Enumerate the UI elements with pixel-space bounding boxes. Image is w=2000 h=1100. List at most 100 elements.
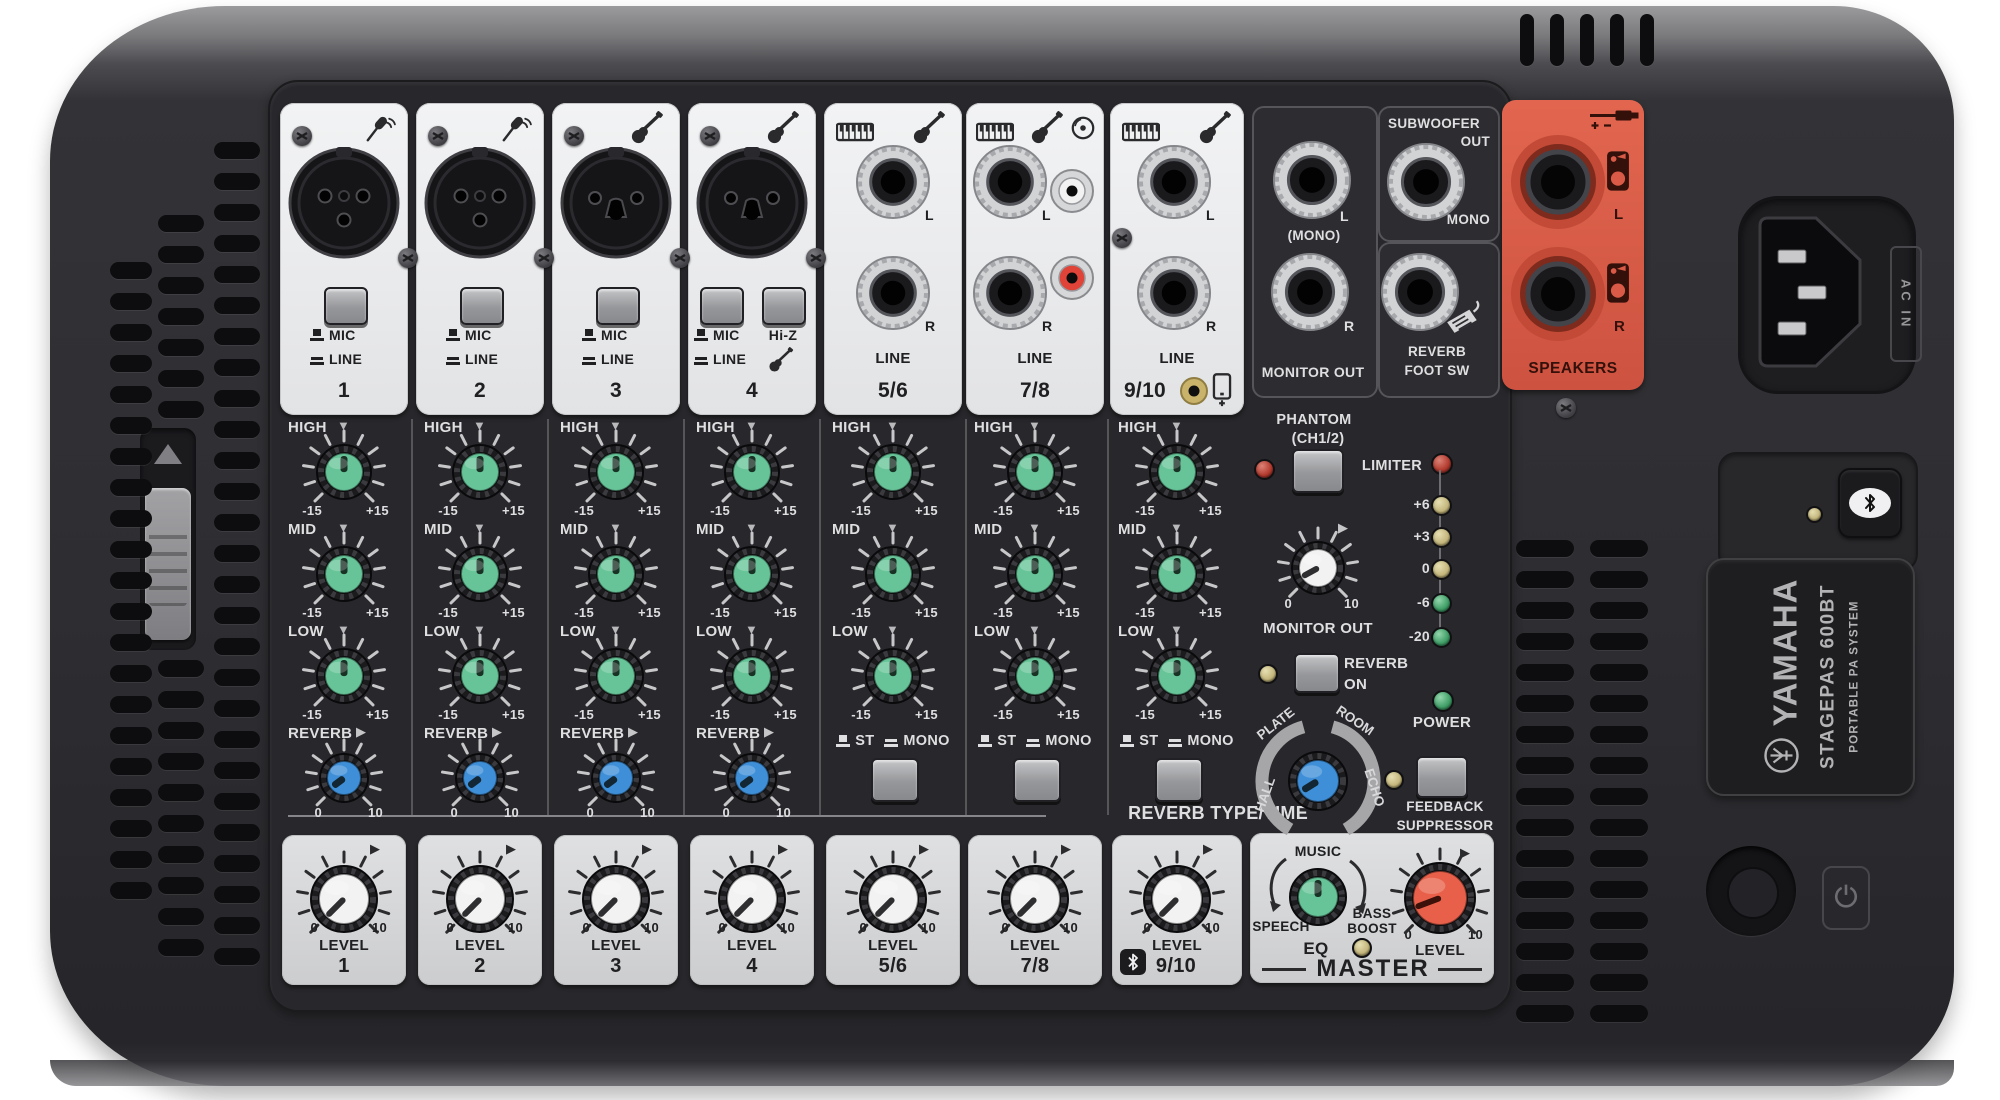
vent-slot — [158, 722, 204, 739]
r-label: R — [925, 318, 949, 334]
vent-slot — [1516, 974, 1574, 991]
feedback-label2: SUPPRESSOR — [1380, 818, 1510, 834]
vent-slot — [158, 370, 204, 387]
vent-slot — [110, 634, 152, 651]
channel-number: 1 — [280, 379, 408, 403]
screw — [806, 248, 826, 268]
mic-line-switch-1[interactable] — [324, 287, 368, 325]
st-mono-switch-5/6[interactable] — [871, 758, 919, 802]
xlr-input-4 — [694, 145, 810, 261]
latch-slider[interactable] — [145, 488, 191, 640]
level-label: LEVEL — [416, 937, 544, 954]
level-max-label: 10 — [780, 921, 816, 936]
vent-slot — [1516, 726, 1574, 743]
level-max-label: 10 — [508, 921, 544, 936]
meter-label-+3: +3 — [1378, 528, 1430, 544]
st-mono-switch-9/10[interactable] — [1155, 758, 1203, 802]
master-title: MASTER — [1308, 955, 1438, 983]
vent-slot — [110, 820, 152, 837]
monitor-out-r-jack — [1268, 250, 1352, 334]
channel-strip-1: MICLINE1HIGH▼-15+15MID▼-15+15LOW▼-15+15R… — [280, 103, 408, 985]
keyboard-icon — [976, 119, 1014, 144]
eq-min-label: -15 — [416, 708, 458, 723]
eq-min-label: -15 — [829, 504, 871, 519]
vent-slot — [158, 939, 204, 956]
channel-number: 2 — [416, 379, 544, 403]
vent-slot — [1516, 602, 1574, 619]
eq-min-label: -15 — [280, 708, 322, 723]
vent-slot — [214, 328, 260, 345]
vent-slot — [1590, 571, 1648, 588]
power-label: POWER — [1396, 714, 1488, 731]
vent-slot — [1516, 943, 1574, 960]
mic-label-row: MIC — [446, 327, 492, 343]
vent-slot — [158, 215, 204, 232]
strip-separator — [1107, 419, 1109, 815]
brand-badge: YAMAHA STAGEPAS 600BT PORTABLE PA SYSTEM — [1706, 558, 1915, 796]
xlr-input-2 — [422, 145, 538, 261]
mic-line-switch-2[interactable] — [460, 287, 504, 325]
switch-up-icon — [310, 329, 324, 341]
vent-slot — [110, 324, 152, 341]
speaker-wiring-icon — [1588, 110, 1640, 130]
eq-max-label: +15 — [774, 708, 816, 723]
tagline: PORTABLE PA SYSTEM — [1848, 600, 1860, 752]
stagepas-mixer-photo: PHANTOM (CH1/2) LIMITER MONITOR OUT 0 10… — [0, 0, 2000, 1100]
mic-icon — [498, 115, 532, 143]
eq-max-label: +15 — [638, 708, 680, 723]
reverb-on-switch[interactable] — [1294, 653, 1340, 693]
mic-label-row: MIC — [694, 327, 740, 343]
bluetooth-icon — [1849, 488, 1891, 518]
vent-slot — [214, 762, 260, 779]
phantom-switch[interactable] — [1292, 449, 1344, 493]
vent-slot — [110, 293, 152, 310]
master-eq-knob[interactable] — [1284, 863, 1352, 931]
vent-slot — [1590, 819, 1648, 836]
guitar-icon — [630, 111, 664, 145]
vent-slot — [158, 815, 204, 832]
hi-z-switch-4[interactable] — [762, 287, 806, 325]
monitor-out-knob[interactable] — [1274, 524, 1362, 612]
level-label: LEVEL — [688, 937, 816, 954]
level-channel-number: 9/10 — [1136, 955, 1216, 978]
vent-slot — [1590, 788, 1648, 805]
screw — [534, 248, 554, 268]
bluetooth-badge-icon — [1120, 949, 1146, 975]
vent-slot — [1516, 788, 1574, 805]
mic-line-switch-4[interactable] — [700, 287, 744, 325]
line-in-r-7/8 — [970, 253, 1050, 333]
vent-slot — [1590, 974, 1648, 991]
eq-min-label: -15 — [552, 708, 594, 723]
speaker-out-r-jack — [1508, 244, 1608, 344]
vent-slot — [1590, 540, 1648, 557]
eq-min-label: -15 — [971, 504, 1013, 519]
vent-slot — [214, 731, 260, 748]
power-button[interactable] — [1727, 867, 1779, 919]
phone-icon — [1212, 373, 1232, 407]
meter-label--6: -6 — [1378, 594, 1430, 610]
footsw-title1: REVERB — [1378, 344, 1496, 360]
switch-up-icon — [582, 329, 596, 341]
master-level-knob[interactable] — [1388, 846, 1492, 950]
st-mono-switch-7/8[interactable] — [1013, 758, 1061, 802]
vent-slot — [158, 691, 204, 708]
feedback-suppressor-switch[interactable] — [1416, 756, 1468, 798]
screw — [700, 126, 720, 146]
eq-min-label: -15 — [280, 606, 322, 621]
disc-icon — [1070, 115, 1096, 141]
bluetooth-pair-button[interactable] — [1838, 468, 1902, 538]
feedback-suppressor-led — [1384, 770, 1404, 790]
mic-line-switch-3[interactable] — [596, 287, 640, 325]
monitor-out-title: MONITOR OUT — [1252, 364, 1374, 380]
xlr-input-3 — [558, 145, 674, 261]
reverb-type-knob[interactable] — [1282, 745, 1354, 817]
vent-slot — [214, 948, 260, 965]
level-min-label: 0 — [282, 921, 318, 936]
vent-slot — [110, 789, 152, 806]
level-max-label: 10 — [1063, 921, 1099, 936]
switch-down-icon — [446, 353, 460, 365]
guitar-icon — [1198, 111, 1232, 145]
level-label: LEVEL — [280, 937, 408, 954]
guitar-icon — [1030, 111, 1064, 145]
meter-label--20: -20 — [1378, 628, 1430, 644]
